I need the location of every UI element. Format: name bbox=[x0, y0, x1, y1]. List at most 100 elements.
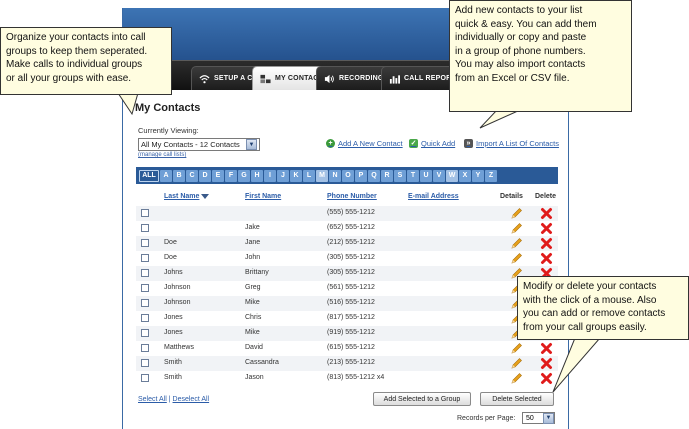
delete-x-icon[interactable] bbox=[540, 237, 553, 250]
phone-number-cell: (555) 555-1212 bbox=[327, 209, 375, 216]
delete-selected-button[interactable]: Delete Selected bbox=[480, 392, 554, 406]
alpha-filter-k[interactable]: K bbox=[290, 169, 302, 182]
table-row: (555) 555-1212 bbox=[136, 206, 558, 221]
alpha-filter-x[interactable]: X bbox=[459, 169, 471, 182]
alpha-filter-s[interactable]: S bbox=[394, 169, 406, 182]
last-name-cell: Smith bbox=[164, 374, 182, 381]
alpha-filter-l[interactable]: L bbox=[303, 169, 315, 182]
manage-call-lists-link[interactable]: (manage call lists) bbox=[138, 152, 186, 158]
phone-number-header[interactable]: Phone Number bbox=[327, 193, 377, 200]
currently-viewing-label: Currently Viewing: bbox=[138, 126, 199, 135]
alpha-filter-o[interactable]: O bbox=[342, 169, 354, 182]
contacts-table: (555) 555-1212 Jake (652) 555-1212 Doe Jane (… bbox=[136, 206, 558, 386]
alpha-filter-g[interactable]: G bbox=[238, 169, 250, 182]
table-row: Jones Chris (817) 555-1212 bbox=[136, 311, 558, 326]
call-group-select[interactable]: All My Contacts - 12 Contacts ▼ bbox=[138, 138, 260, 151]
delete-header: Delete bbox=[535, 193, 557, 200]
quick-add-link[interactable]: ✓ Quick Add bbox=[409, 139, 455, 148]
alpha-filter-p[interactable]: P bbox=[355, 169, 367, 182]
callout-line: Add new contacts to your list bbox=[455, 5, 583, 16]
select-all-link[interactable]: Select All bbox=[138, 396, 167, 403]
add-new-contact-link[interactable]: + Add A New Contact bbox=[326, 139, 403, 148]
alpha-filter-w[interactable]: W bbox=[446, 169, 458, 182]
alpha-filter-q[interactable]: Q bbox=[368, 169, 380, 182]
chevron-down-icon[interactable]: ▼ bbox=[543, 412, 554, 424]
add-icon: + bbox=[326, 139, 335, 148]
row-checkbox[interactable] bbox=[141, 374, 149, 382]
row-checkbox[interactable] bbox=[141, 254, 149, 262]
table-row: Matthews David (615) 555-1212 bbox=[136, 341, 558, 356]
first-name-cell: Jake bbox=[245, 224, 260, 231]
first-name-cell: David bbox=[245, 344, 263, 351]
row-checkbox[interactable] bbox=[141, 344, 149, 352]
quick-add-label: Quick Add bbox=[421, 139, 456, 148]
edit-pencil-icon[interactable] bbox=[510, 357, 523, 370]
table-row: Smith Jason (813) 555-1212 x4 bbox=[136, 371, 558, 386]
alpha-filter-b[interactable]: B bbox=[173, 169, 185, 182]
alpha-filter-r[interactable]: R bbox=[381, 169, 393, 182]
callout-line: Modify or delete your contacts bbox=[523, 281, 657, 292]
first-name-header[interactable]: First Name bbox=[245, 193, 281, 200]
phone-number-cell: (615) 555-1212 bbox=[327, 344, 375, 351]
edit-pencil-icon[interactable] bbox=[510, 372, 523, 385]
delete-x-icon[interactable] bbox=[540, 207, 553, 220]
alpha-filter-d[interactable]: D bbox=[199, 169, 211, 182]
edit-pencil-icon[interactable] bbox=[510, 252, 523, 265]
import-contacts-link[interactable]: » Import A List Of Contacts bbox=[464, 139, 559, 148]
delete-x-icon[interactable] bbox=[540, 372, 553, 385]
row-checkbox[interactable] bbox=[141, 359, 149, 367]
deselect-all-link[interactable]: Deselect All bbox=[173, 396, 210, 403]
alpha-filter-c[interactable]: C bbox=[186, 169, 198, 182]
row-checkbox[interactable] bbox=[141, 284, 149, 292]
row-checkbox[interactable] bbox=[141, 314, 149, 322]
alpha-filter-z[interactable]: Z bbox=[485, 169, 497, 182]
delete-x-icon[interactable] bbox=[540, 222, 553, 235]
row-checkbox[interactable] bbox=[141, 269, 149, 277]
alpha-filter-t[interactable]: T bbox=[407, 169, 419, 182]
row-checkbox[interactable] bbox=[141, 299, 149, 307]
first-name-cell: John bbox=[245, 254, 261, 261]
email-address-header[interactable]: E-mail Address bbox=[408, 193, 459, 200]
records-per-page-label: Records per Page: bbox=[457, 415, 516, 422]
row-checkbox[interactable] bbox=[141, 239, 149, 247]
last-name-cell: Doe bbox=[164, 254, 177, 261]
table-row: Johnson Mike (516) 555-1212 bbox=[136, 296, 558, 311]
alpha-filter-y[interactable]: Y bbox=[472, 169, 484, 182]
callout-line: or all your groups with ease. bbox=[6, 72, 132, 84]
delete-x-icon[interactable] bbox=[540, 342, 553, 355]
table-row: Smith Cassandra (213) 555-1212 bbox=[136, 356, 558, 371]
alpha-filter-f[interactable]: F bbox=[225, 169, 237, 182]
delete-x-icon[interactable] bbox=[540, 252, 553, 265]
delete-x-icon[interactable] bbox=[540, 357, 553, 370]
last-name-header[interactable]: Last Name bbox=[164, 193, 210, 200]
last-name-cell: Johnson bbox=[164, 284, 191, 291]
alpha-filter-e[interactable]: E bbox=[212, 169, 224, 182]
row-checkbox[interactable] bbox=[141, 329, 149, 337]
edit-pencil-icon[interactable] bbox=[510, 207, 523, 220]
alpha-filter-m[interactable]: M bbox=[316, 169, 328, 182]
chevron-down-icon[interactable]: ▼ bbox=[246, 139, 257, 150]
separator: | bbox=[168, 396, 171, 403]
alphabet-filter-bar: ALL A B C D E F G H I J K L M N O P Q R S T U V W X Y Z bbox=[136, 167, 558, 184]
callout-line: individually or copy and paste bbox=[455, 32, 587, 44]
alpha-filter-j[interactable]: J bbox=[277, 169, 289, 182]
alpha-filter-all[interactable]: ALL bbox=[139, 169, 159, 182]
first-name-cell: Jason bbox=[245, 374, 264, 381]
alpha-filter-n[interactable]: N bbox=[329, 169, 341, 182]
checkmark-icon: ✓ bbox=[409, 139, 418, 148]
callout-line: quick & easy. You can add them bbox=[455, 18, 597, 30]
alpha-filter-u[interactable]: U bbox=[420, 169, 432, 182]
alpha-filter-i[interactable]: I bbox=[264, 169, 276, 182]
edit-pencil-icon[interactable] bbox=[510, 237, 523, 250]
edit-pencil-icon[interactable] bbox=[510, 342, 523, 355]
phone-number-cell: (212) 555-1212 bbox=[327, 239, 375, 246]
callout-line: Organize your contacts into call bbox=[6, 32, 146, 43]
alpha-filter-a[interactable]: A bbox=[160, 169, 172, 182]
records-per-page-select[interactable]: 50 ▼ bbox=[522, 412, 555, 424]
edit-pencil-icon[interactable] bbox=[510, 222, 523, 235]
alpha-filter-h[interactable]: H bbox=[251, 169, 263, 182]
row-checkbox[interactable] bbox=[141, 224, 149, 232]
add-selected-to-group-button[interactable]: Add Selected to a Group bbox=[373, 392, 471, 406]
alpha-filter-v[interactable]: V bbox=[433, 169, 445, 182]
row-checkbox[interactable] bbox=[141, 209, 149, 217]
